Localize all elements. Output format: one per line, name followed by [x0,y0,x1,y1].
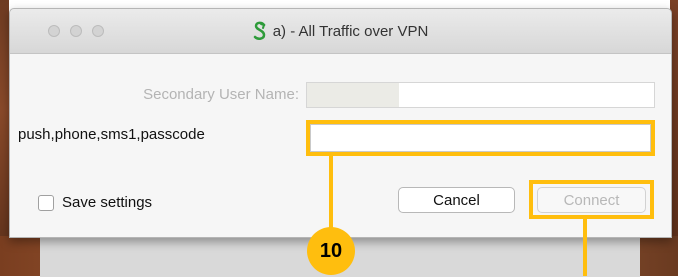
secondary-user-name-disabled-fill [307,83,399,107]
desktop-background-left [0,0,9,276]
save-settings-row[interactable]: Save settings [38,194,152,211]
dialog-content: Secondary User Name: push,phone,sms1,pas… [10,54,671,237]
second-password-input[interactable] [310,124,651,152]
step-number-badge: 10 [307,227,355,275]
vpn-login-dialog: a) - All Traffic over VPN Secondary User… [9,8,672,238]
window-title: a) - All Traffic over VPN [272,22,429,40]
callout-connector-left [329,154,333,234]
cancel-button[interactable]: Cancel [398,187,515,213]
save-settings-checkbox[interactable] [38,194,54,211]
callout-connector-right [583,218,587,276]
title-bar: a) - All Traffic over VPN [10,9,671,54]
secondary-user-name-label: Secondary User Name: [143,86,299,103]
connect-button[interactable]: Connect [537,187,646,213]
connect-button-highlight: Connect [529,180,654,219]
cisco-anyconnect-icon [253,21,267,41]
save-settings-label[interactable]: Save settings [62,194,152,211]
second-password-label: push,phone,sms1,passcode [18,126,205,143]
second-password-highlight [306,120,655,156]
secondary-user-name-field [306,82,655,108]
